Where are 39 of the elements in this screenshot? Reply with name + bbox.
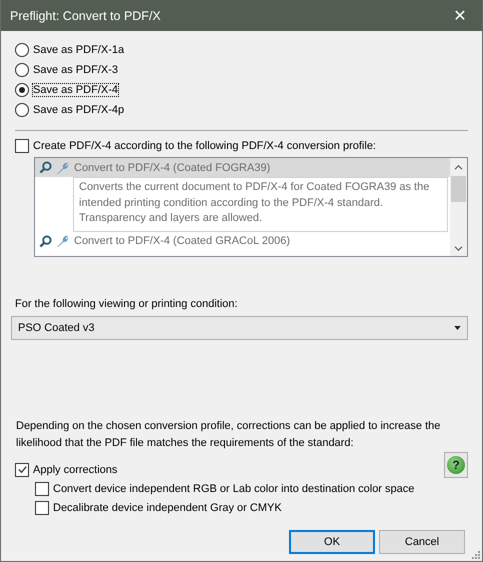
checkbox[interactable]: [35, 500, 49, 514]
checkbox[interactable]: [35, 482, 49, 496]
scrollbar[interactable]: [450, 158, 467, 256]
magnifier-icon: [39, 161, 52, 174]
profile-name: Convert to PDF/X-4 (Coated FOGRA39): [74, 162, 270, 174]
checkbox[interactable]: [15, 462, 29, 476]
window-title: Preflight: Convert to PDF/X: [10, 8, 161, 22]
magnifier-icon: [39, 234, 52, 248]
wrench-icon: [55, 234, 69, 248]
profile-item[interactable]: Convert to PDF/X-4 (Coated GRACoL 2006): [35, 232, 450, 250]
checkbox-option[interactable]: Create PDF/X-4 according to the following PDF/X-4 conversion profile:: [15, 137, 468, 154]
dropdown-arrow-icon[interactable]: [454, 326, 461, 330]
scroll-down-icon[interactable]: [454, 245, 463, 252]
radio-button[interactable]: [15, 82, 29, 96]
dialog-button[interactable]: OK: [289, 530, 375, 554]
radio-option[interactable]: Save as PDF/X-3: [15, 61, 468, 78]
close-button[interactable]: ✕: [438, 0, 482, 31]
profile-name: Convert to PDF/X-4 (Coated GRACoL 2006): [74, 235, 290, 247]
radio-option[interactable]: Save as PDF/X-4: [15, 81, 468, 98]
corrections-description: Depending on the chosen conversion profile, corrections can be applied to increase the likelihood that the PDF file matches the requirements of the standard:: [16, 419, 442, 451]
radio-option[interactable]: Save as PDF/X-4p: [15, 101, 468, 118]
checkbox[interactable]: [15, 138, 29, 152]
profile-item[interactable]: [35, 158, 450, 232]
condition-dropdown[interactable]: PSO Coated v3: [11, 316, 468, 340]
resize-grip-icon[interactable]: [472, 551, 480, 559]
wrench-icon: [55, 160, 69, 174]
checkbox-option[interactable]: Convert device independent RGB or Lab color into destination color space: [15, 480, 414, 497]
profile-description: Converts the current document to PDF/X-4 for Coated FOGRA39 as the intended printing condition according to the PDF/X-4 standard. Transparency and layers are allowed.: [73, 177, 448, 232]
help-button[interactable]: ?: [444, 452, 468, 478]
checkbox-option[interactable]: Decalibrate device independent Gray or CMYK: [15, 499, 414, 516]
radio-button[interactable]: [15, 62, 29, 76]
radio-button[interactable]: [15, 42, 29, 56]
scroll-up-icon[interactable]: [454, 164, 463, 171]
checkbox-option[interactable]: Apply corrections: [15, 461, 414, 478]
dialog-button[interactable]: Cancel: [379, 530, 465, 554]
scrollbar-thumb[interactable]: [451, 176, 466, 202]
condition-label: For the following viewing or printing condition:: [15, 298, 239, 310]
radio-option[interactable]: Save as PDF/X-1a: [15, 41, 468, 58]
radio-button[interactable]: [15, 102, 29, 116]
